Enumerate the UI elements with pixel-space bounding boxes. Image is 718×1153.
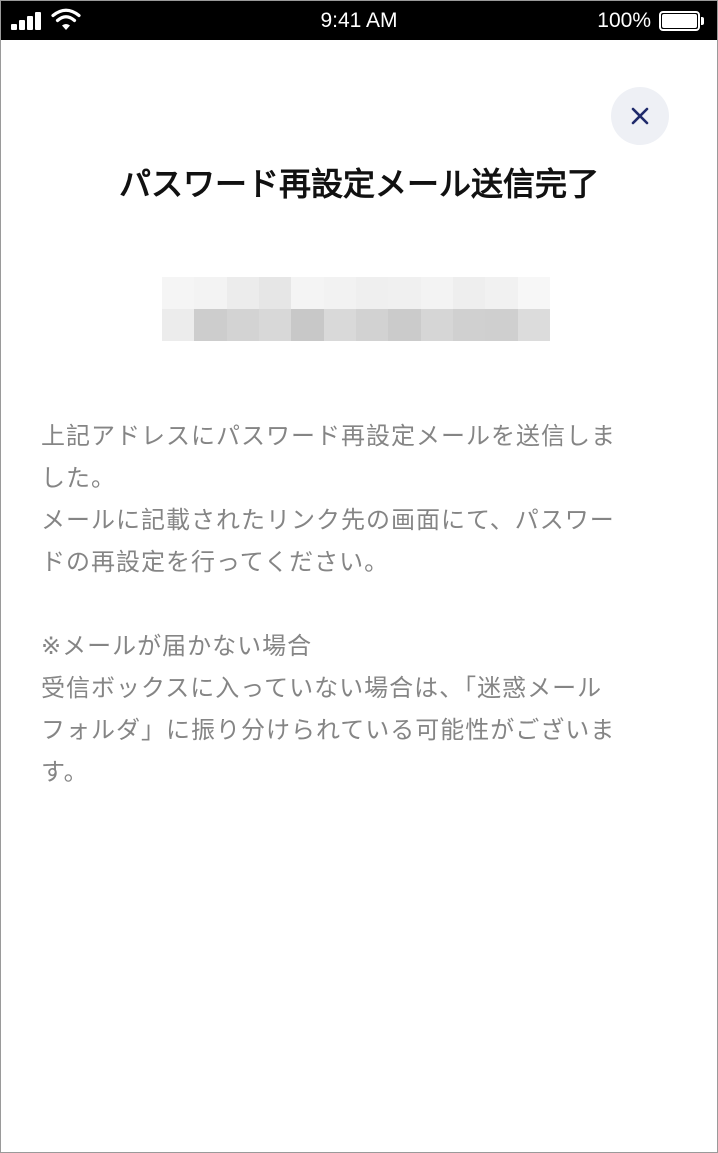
close-icon: [631, 107, 649, 125]
phone-screen: 9:41 AM 100% パスワード再設定メール送信完了 上記アドレスにパスワー…: [0, 0, 718, 1153]
notice-heading: ※メールが届かない場合: [41, 632, 313, 660]
status-bar: 9:41 AM 100%: [1, 1, 717, 40]
confirmation-message: 上記アドレスにパスワード再設定メールを送信しま した。 メールに記載されたリンク…: [41, 422, 616, 576]
close-button[interactable]: [611, 87, 669, 145]
battery-icon: [659, 11, 705, 31]
masked-email-address: [162, 277, 550, 341]
page-title: パスワード再設定メール送信完了: [118, 165, 599, 203]
notice-body: 受信ボックスに入っていない場合は、「迷惑メール フォルダ」に振り分けられている可…: [41, 674, 616, 786]
battery-level: [662, 14, 697, 28]
battery-percentage: 100%: [597, 9, 651, 32]
message-body: 上記アドレスにパスワード再設定メールを送信しま した。 メールに記載されたリンク…: [41, 415, 681, 793]
